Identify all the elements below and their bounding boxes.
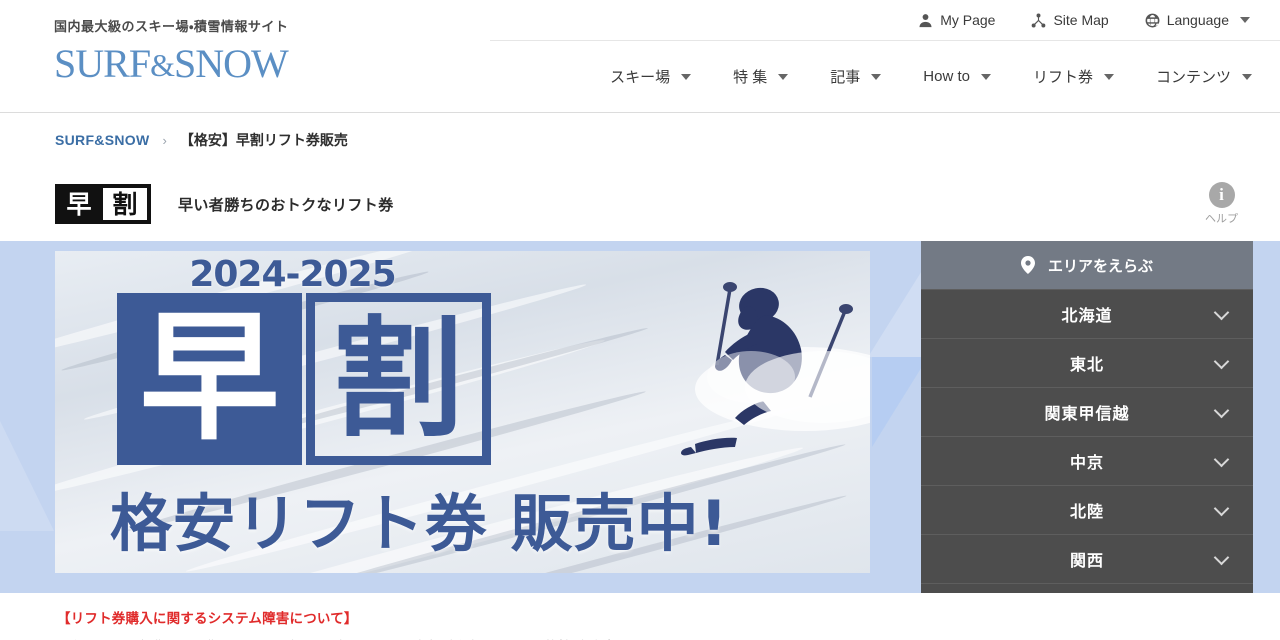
area-item-chukyo[interactable]: 中京 [921,436,1253,485]
site-tagline: 国内最大級のスキー場・積雪情報サイト [54,19,289,34]
logo-text-surf: SURF [54,41,151,86]
hero-tagline: 格安リフト券 販売中! [110,487,729,560]
area-item-chugoku-shikoku-kyushu[interactable]: 中国・四国・九州 [921,583,1253,593]
nav-item-features[interactable]: 特 集 [733,66,789,87]
area-selector-title: エリアをえらぶ [1047,257,1153,275]
nav-label: コンテンツ [1155,69,1231,86]
chevron-down-icon [1240,17,1250,23]
breadcrumb-current: 【格安】早割リフト券販売 [179,132,348,148]
badge-char-haya: 早 [57,186,101,222]
area-item-label: 中京 [1069,455,1104,472]
chevron-down-icon [681,73,692,80]
breadcrumb-separator-icon: › [162,132,167,148]
nav-label: 記事 [830,69,861,86]
utility-label: Site Map [1053,12,1109,28]
help-button[interactable]: i ヘルプ [1205,182,1238,226]
nav-item-ski-resorts[interactable]: スキー場 [610,66,692,87]
chevron-down-icon [1213,353,1230,370]
main-nav: スキー場 特 集 記事 How to リフト券 コンテンツ [490,41,1280,112]
chevron-down-icon [778,73,789,80]
utility-nav: My Page Site Map Language [490,0,1280,41]
area-item-label: 北陸 [1069,504,1104,521]
notice-heading: 【リフト券購入に関するシステム障害について】 [57,611,358,626]
hero-hayawari-logo: 早 割 [117,293,491,465]
chevron-down-icon [1103,73,1114,80]
site-brand[interactable]: 国内最大級のスキー場・積雪情報サイト SURF&SNOW [54,16,289,86]
utility-label: My Page [940,12,996,28]
hero-season-year: 2024-2025 [189,254,396,295]
nav-label: 特 集 [733,69,768,86]
chevron-down-icon [1213,451,1230,468]
logo-text-snow: SNOW [173,41,289,86]
breadcrumb: SURF&SNOW › 【格安】早割リフト券販売 [0,113,1280,167]
nav-label: スキー場 [610,69,671,86]
nav-item-lift-tickets[interactable]: リフト券 [1033,66,1114,87]
chevron-down-icon [980,73,991,80]
sitemap-icon [1032,12,1046,27]
chevron-down-icon [1242,73,1252,80]
area-item-kanto-koshinetsu[interactable]: 関東甲信越 [921,387,1253,436]
logo-ampersand: & [150,47,175,83]
info-icon: i [1208,182,1235,208]
person-icon [919,13,932,27]
site-logo[interactable]: SURF&SNOW [54,41,289,86]
hero-logo-char-haya: 早 [117,293,302,465]
skier-illustration [681,282,870,456]
page-title: 早い者勝ちのおトクなリフト券 [178,196,394,214]
badge-char-wari: 割 [101,186,149,222]
site-header: 国内最大級のスキー場・積雪情報サイト SURF&SNOW My Page Sit… [0,0,1280,113]
utility-item-language[interactable]: Language [1145,12,1250,28]
breadcrumb-home-link[interactable]: SURF&SNOW [55,132,149,148]
utility-item-site-map[interactable]: Site Map [1031,12,1109,28]
content-band: 2024-2025 早 割 格安リフト券 販売中! エリアをえらぶ 北海道 東北… [0,241,1280,593]
help-label: ヘルプ [1205,213,1238,225]
area-item-label: 関東甲信越 [1044,406,1130,423]
page-title-row: 早 割 早い者勝ちのおトクなリフト券 i ヘルプ [0,167,1280,241]
hero-banner[interactable]: 2024-2025 早 割 格安リフト券 販売中! [55,251,870,573]
area-item-label: 東北 [1069,357,1104,374]
area-item-tohoku[interactable]: 東北 [921,338,1253,387]
map-pin-icon [1020,256,1035,274]
chevron-down-icon [1213,549,1230,566]
nav-item-contents[interactable]: コンテンツ [1156,66,1252,87]
nav-label: How to [923,68,970,85]
chevron-down-icon [1213,500,1230,517]
area-selector-header: エリアをえらぶ [921,241,1253,289]
system-notice: 【リフト券購入に関するシステム障害について】 現在、リフト券購入時に購入完了画面… [0,593,1280,640]
chevron-down-icon [1213,402,1230,419]
hero-logo-char-wari: 割 [306,293,491,465]
notice-body: 現在、リフト券購入時に購入完了画面が正しく表示されない事象が発生している可能性が… [57,636,1280,640]
nav-label: リフト券 [1032,69,1093,86]
area-item-label: 関西 [1069,553,1104,570]
nav-item-how-to[interactable]: How to [923,68,991,85]
utility-item-my-page[interactable]: My Page [918,12,995,28]
area-selector-panel: エリアをえらぶ 北海道 東北 関東甲信越 中京 北陸 関西 中国・四国・九州 [921,241,1253,593]
area-item-kansai[interactable]: 関西 [921,534,1253,583]
globe-icon [1145,13,1160,27]
chevron-down-icon [1213,304,1230,321]
nav-item-articles[interactable]: 記事 [830,66,882,87]
utility-label: Language [1166,12,1229,28]
hayawari-badge: 早 割 [55,184,151,224]
chevron-down-icon [871,73,882,80]
area-item-hokkaido[interactable]: 北海道 [921,289,1253,338]
area-item-hokuriku[interactable]: 北陸 [921,485,1253,534]
area-item-label: 北海道 [1061,308,1113,325]
